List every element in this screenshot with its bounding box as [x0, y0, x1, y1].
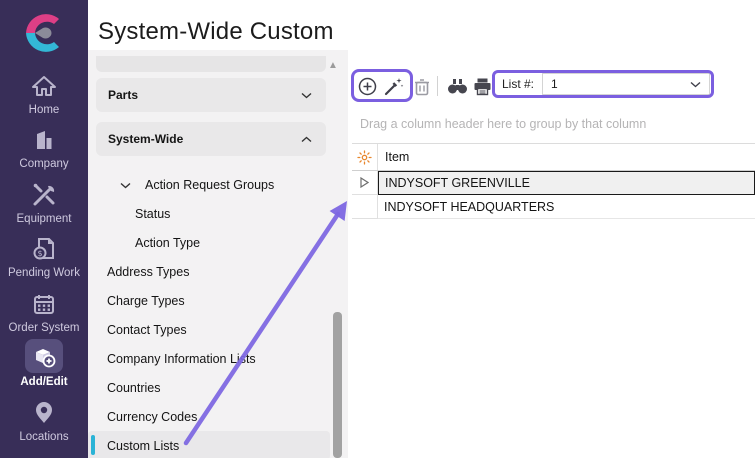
category-item-action-type[interactable]: Action Type [88, 228, 348, 257]
map-pin-icon [33, 398, 55, 428]
indysoft-logo-icon [0, 10, 88, 56]
category-item-label: Charge Types [107, 294, 185, 308]
row-indicator-cell [352, 195, 378, 219]
category-item-status[interactable]: Status [88, 199, 348, 228]
accordion-group-label: Parts [108, 88, 138, 102]
new-row-sun-icon [357, 150, 372, 165]
category-item-charge-types[interactable]: Charge Types [88, 286, 348, 315]
category-item-countries[interactable]: Countries [88, 373, 348, 402]
printer-icon [472, 76, 493, 97]
print-button[interactable] [470, 74, 494, 98]
list-number-label: List #: [496, 77, 542, 91]
sidebar-nav: Home Company Equipment [0, 62, 88, 444]
sidebar-item-label: Equipment [17, 213, 72, 226]
svg-text:$: $ [37, 249, 42, 258]
column-header-item[interactable]: Item [378, 144, 755, 170]
category-item-label: Status [135, 207, 170, 221]
add-button[interactable] [355, 74, 379, 98]
sidebar-item-label: Locations [19, 431, 68, 444]
page-title: System-Wide Custom [98, 18, 334, 46]
row-indicator-cell [352, 171, 378, 195]
row-focus-arrow-icon [360, 177, 369, 188]
magic-wand-button[interactable] [381, 74, 405, 98]
category-list: Action Request Groups Status Action Type… [88, 170, 348, 458]
tools-icon [31, 180, 57, 210]
new-row-indicator-cell [352, 144, 378, 170]
binoculars-icon [446, 76, 469, 96]
category-item-label: Contact Types [107, 323, 187, 337]
sidebar-item-add-edit[interactable]: Add/Edit [0, 335, 88, 390]
sidebar-item-label: Order System [9, 322, 80, 335]
selected-item-accent-bar [91, 435, 95, 455]
add-circle-icon [357, 76, 378, 97]
active-item-tile [25, 339, 63, 373]
grid-header-row: Item [352, 143, 755, 171]
category-item-address-types[interactable]: Address Types [88, 257, 348, 286]
category-item-currency-codes[interactable]: Currency Codes [88, 402, 348, 431]
invoice-icon: $ [31, 234, 57, 264]
sidebar-item-locations[interactable]: Locations [0, 389, 88, 444]
category-item-contact-types[interactable]: Contact Types [88, 315, 348, 344]
box-add-icon [32, 341, 56, 371]
building-icon [32, 125, 56, 155]
sidebar-item-label: Company [19, 158, 68, 171]
sidebar: Home Company Equipment [0, 0, 88, 458]
group-by-hint: Drag a column header here to group by th… [360, 117, 646, 131]
sidebar-item-equipment[interactable]: Equipment [0, 171, 88, 226]
find-button[interactable] [445, 74, 469, 98]
chevron-down-icon [690, 75, 701, 93]
category-item-action-request-groups[interactable]: Action Request Groups [88, 170, 348, 199]
category-item-label: Address Types [107, 265, 189, 279]
table-row[interactable]: INDYSOFT GREENVILLE [352, 171, 755, 195]
sidebar-item-label: Add/Edit [20, 376, 67, 389]
accordion-group-parts[interactable]: Parts [96, 78, 326, 112]
expander-chevron-down-icon[interactable] [120, 176, 131, 194]
list-number-dropdown[interactable]: 1 [542, 73, 710, 95]
accordion-group-label: System-Wide [108, 132, 183, 146]
app-window: Home Company Equipment [0, 0, 755, 458]
sidebar-item-company[interactable]: Company [0, 117, 88, 172]
chevron-down-icon [301, 86, 312, 104]
category-item-label: Currency Codes [107, 410, 197, 424]
list-number-field: List #: 1 [496, 73, 710, 95]
scroll-up-arrow-icon[interactable]: ▲ [328, 61, 338, 71]
category-panel: ▲ Parts System-Wide Action Request Group… [88, 50, 348, 458]
accordion-group-system-wide[interactable]: System-Wide [96, 122, 326, 156]
category-item-label: Custom Lists [107, 439, 179, 453]
grid-cell-item[interactable]: INDYSOFT HEADQUARTERS [378, 195, 755, 219]
home-icon [31, 71, 57, 101]
category-item-company-information-lists[interactable]: Company Information Lists [88, 344, 348, 373]
magic-wand-icon [382, 75, 404, 97]
category-item-custom-lists[interactable]: Custom Lists [88, 431, 330, 458]
chevron-up-icon [301, 130, 312, 148]
category-item-label: Action Request Groups [145, 178, 274, 192]
calendar-icon [32, 289, 56, 319]
clipped-group-header [96, 56, 326, 72]
list-number-value: 1 [551, 77, 558, 91]
toolbar-separator [437, 76, 438, 96]
sidebar-item-home[interactable]: Home [0, 62, 88, 117]
category-item-label: Company Information Lists [107, 352, 256, 366]
sidebar-item-label: Pending Work [8, 267, 80, 280]
category-item-label: Action Type [135, 236, 200, 250]
grid-cell-item[interactable]: INDYSOFT GREENVILLE [378, 171, 755, 195]
sidebar-item-label: Home [29, 104, 60, 117]
custom-lists-grid: Item INDYSOFT GREENVILLE INDYSOFT HEADQU… [352, 143, 755, 219]
sidebar-item-order-system[interactable]: Order System [0, 280, 88, 335]
sidebar-item-pending-work[interactable]: $ Pending Work [0, 226, 88, 281]
panel-scrollbar-thumb[interactable] [333, 312, 342, 458]
delete-button[interactable] [410, 74, 434, 98]
category-item-label: Countries [107, 381, 161, 395]
trash-icon [412, 76, 432, 97]
table-row[interactable]: INDYSOFT HEADQUARTERS [352, 195, 755, 219]
